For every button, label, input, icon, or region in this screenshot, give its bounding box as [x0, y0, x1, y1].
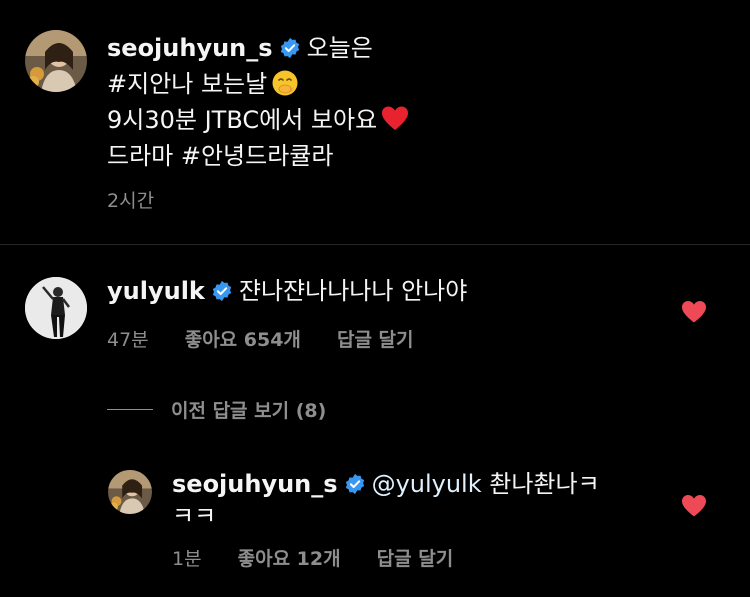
reply-text: 촨나촨나ㅋ [489, 470, 600, 498]
caption-divider [0, 244, 750, 245]
view-previous-replies[interactable]: 이전 답글 보기 (8) [107, 396, 326, 423]
comment-yulyulk: yulyulk 쟌나쟌나나나나 안나야 [107, 274, 467, 308]
avatar-image [25, 30, 87, 92]
caption-line-2: #지안나 보는날 [107, 66, 667, 102]
reply-button[interactable]: 답글 달기 [337, 329, 414, 351]
post-timestamp: 2시간 [107, 190, 155, 212]
comment-time: 47분 [107, 329, 149, 351]
caption-text-3: 9시30분 JTBC에서 보아요 [107, 106, 378, 134]
post-username[interactable]: seojuhyun_s [107, 34, 273, 62]
comment-username[interactable]: yulyulk [107, 277, 205, 305]
reply-reply-button[interactable]: 답글 달기 [377, 548, 454, 570]
comment-likes[interactable]: 좋아요 654개 [185, 329, 301, 351]
reply-like-heart-icon[interactable] [681, 494, 707, 518]
caption-line-4: 드라마 #안녕드라큘라 [107, 138, 667, 174]
avatar-yulyulk[interactable] [25, 277, 87, 339]
comment-meta: 47분 좋아요 654개 답글 달기 [107, 325, 444, 352]
verified-badge-icon [211, 280, 233, 302]
reply-likes[interactable]: 좋아요 12개 [238, 548, 341, 570]
caption-text-1: 오늘은 [306, 34, 373, 62]
reply-time: 1분 [172, 548, 202, 570]
caption-line-1: seojuhyun_s 오늘은 [107, 30, 667, 66]
avatar-seojuhyun-reply[interactable] [108, 470, 152, 514]
reply-text-2: ㅋㅋ [172, 502, 217, 530]
reply-line-2: ㅋㅋ [172, 499, 216, 533]
reply-seojuhyun: seojuhyun_s @yulyulk 촨나촨나ㅋ [172, 467, 600, 501]
reply-username[interactable]: seojuhyun_s [172, 470, 338, 498]
caption-text-4[interactable]: 드라마 #안녕드라큘라 [107, 142, 333, 170]
like-heart-icon[interactable] [681, 300, 707, 324]
verified-badge-icon [344, 473, 366, 495]
reply-mention[interactable]: @yulyulk [372, 470, 482, 498]
avatar-image [25, 277, 87, 339]
comment-text: 쟌나쟌나나나나 안나야 [238, 277, 468, 305]
verified-badge-icon [279, 37, 301, 59]
caption-text-2[interactable]: #지안나 보는날 [107, 70, 267, 98]
avatar-image [108, 470, 152, 514]
reply-meta: 1분 좋아요 12개 답글 달기 [172, 544, 483, 571]
caption-line-3: 9시30분 JTBC에서 보아요 [107, 102, 667, 138]
replies-dash [107, 409, 153, 410]
avatar-seojuhyun[interactable] [25, 30, 87, 92]
view-previous-replies-label: 이전 답글 보기 (8) [171, 400, 327, 422]
red-heart-icon [381, 105, 409, 133]
face-with-hand-over-mouth-icon [271, 69, 299, 97]
post-caption: seojuhyun_s 오늘은 #지안나 보는날 9시30분 JTBC에서 보아요… [107, 30, 667, 174]
